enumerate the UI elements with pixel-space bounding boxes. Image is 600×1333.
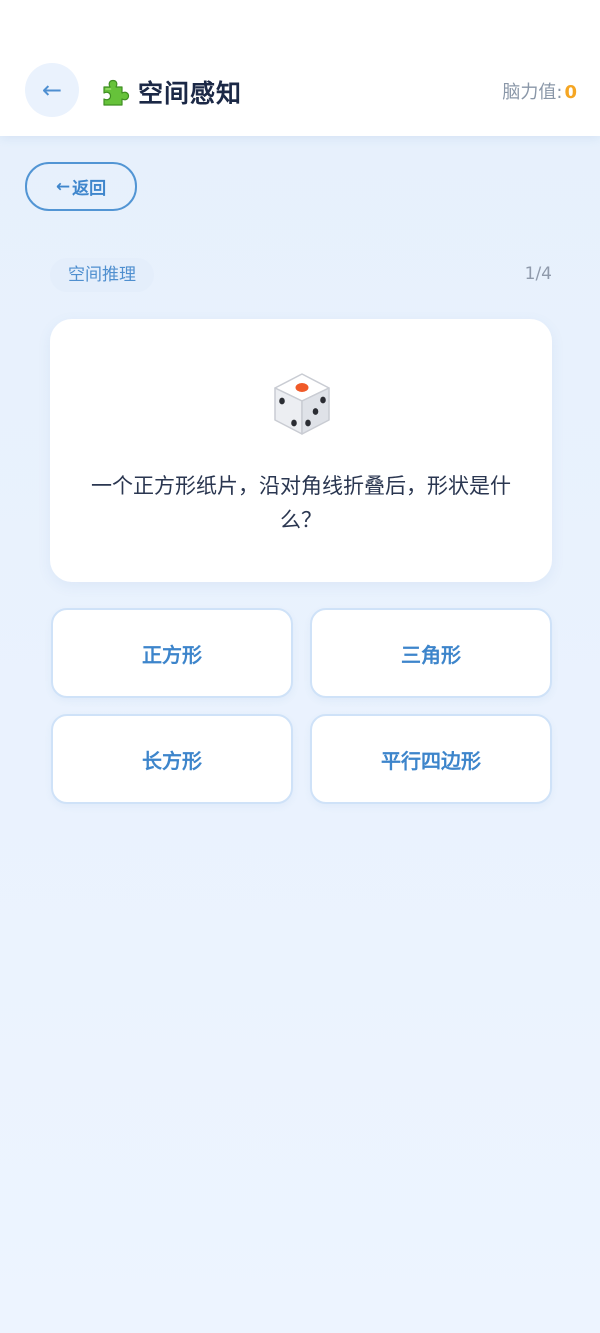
question-card: 一个正方形纸片，沿对角线折叠后，形状是什么？ xyxy=(50,319,552,582)
option-triangle[interactable]: 三角形 xyxy=(310,608,552,698)
return-button-label: 返回 xyxy=(72,179,107,199)
back-arrow-button[interactable]: ← xyxy=(25,63,79,117)
puzzle-piece-icon xyxy=(103,79,130,106)
dice-icon xyxy=(274,373,330,435)
option-parallelogram[interactable]: 平行四边形 xyxy=(310,714,552,804)
question-progress: 1/4 xyxy=(524,264,552,284)
option-square[interactable]: 正方形 xyxy=(51,608,293,698)
brain-score: 脑力值: 0 xyxy=(502,78,577,104)
score-label: 脑力值: xyxy=(502,82,563,103)
page-title: 空间感知 xyxy=(138,79,243,108)
top-app-bar: ← 空间感知 脑力值: 0 xyxy=(0,0,600,136)
page-title-group: 空间感知 xyxy=(98,72,242,112)
category-tag: 空间推理 xyxy=(50,258,154,292)
question-text: 一个正方形纸片，沿对角线折叠后，形状是什么？ xyxy=(91,474,511,532)
option-rectangle[interactable]: 长方形 xyxy=(51,714,293,804)
return-button[interactable]: ← 返回 xyxy=(25,162,137,211)
score-value: 0 xyxy=(564,82,577,103)
left-arrow-icon: ← xyxy=(41,76,63,104)
left-arrow-icon: ← xyxy=(55,176,71,197)
